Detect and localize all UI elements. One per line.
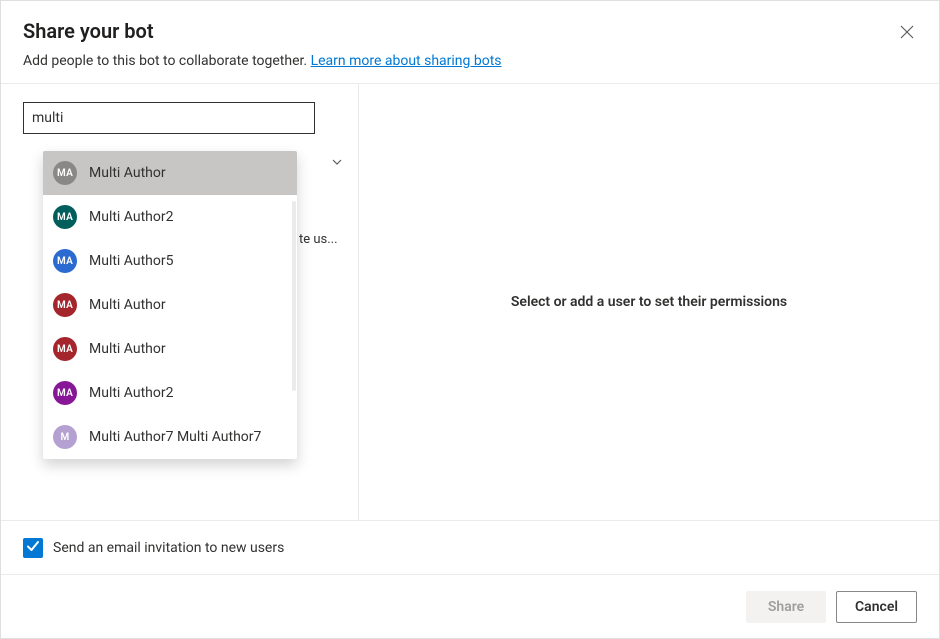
- email-invite-row: Send an email invitation to new users: [1, 520, 939, 574]
- suggestion-label: Multi Author5: [89, 253, 173, 269]
- people-suggestions-dropdown: MA Multi Author MA Multi Author2 MA Multi Aut…: [43, 151, 297, 459]
- dialog-subtitle: Add people to this bot to collaborate to…: [23, 53, 917, 69]
- share-bot-dialog: Share your bot Add people to this bot to…: [0, 0, 940, 639]
- avatar: MA: [53, 161, 77, 185]
- avatar: MA: [53, 205, 77, 229]
- avatar: MA: [53, 293, 77, 317]
- suggestion-item[interactable]: MA Multi Author: [43, 151, 297, 195]
- suggestion-label: Multi Author: [89, 165, 166, 181]
- avatar: MA: [53, 337, 77, 361]
- right-pane: Select or add a user to set their permis…: [359, 84, 939, 520]
- close-button[interactable]: [897, 23, 917, 43]
- suggestion-label: Multi Author: [89, 297, 166, 313]
- email-invite-checkbox[interactable]: [23, 538, 43, 558]
- share-button[interactable]: Share: [746, 591, 826, 623]
- dialog-title: Share your bot: [23, 19, 917, 43]
- chevron-down-icon: [331, 156, 343, 172]
- people-search-input[interactable]: [23, 102, 315, 134]
- suggestion-item[interactable]: M Multi Author7 Multi Author7: [43, 415, 297, 459]
- suggestion-label: Multi Author7 Multi Author7: [89, 429, 261, 445]
- avatar: MA: [53, 381, 77, 405]
- obscured-row-fragment: te us...: [299, 232, 338, 247]
- suggestion-label: Multi Author: [89, 341, 166, 357]
- empty-state-message: Select or add a user to set their permis…: [511, 294, 787, 310]
- people-picker: te us...: [23, 102, 336, 134]
- close-icon: [900, 25, 914, 42]
- suggestion-item[interactable]: MA Multi Author2: [43, 195, 297, 239]
- email-invite-label: Send an email invitation to new users: [53, 540, 284, 556]
- subtitle-text: Add people to this bot to collaborate to…: [23, 53, 311, 69]
- suggestions-scrollbar[interactable]: [292, 201, 296, 391]
- learn-more-link[interactable]: Learn more about sharing bots: [311, 53, 502, 69]
- checkmark-icon: [26, 539, 40, 556]
- suggestion-item[interactable]: MA Multi Author: [43, 283, 297, 327]
- suggestion-item[interactable]: MA Multi Author: [43, 327, 297, 371]
- avatar: MA: [53, 249, 77, 273]
- suggestion-item[interactable]: MA Multi Author5: [43, 239, 297, 283]
- dialog-header: Share your bot Add people to this bot to…: [1, 1, 939, 83]
- avatar: M: [53, 425, 77, 449]
- suggestion-item[interactable]: MA Multi Author2: [43, 371, 297, 415]
- dialog-footer: Share Cancel: [1, 574, 939, 638]
- cancel-button[interactable]: Cancel: [836, 591, 917, 623]
- suggestion-label: Multi Author2: [89, 209, 173, 225]
- suggestion-label: Multi Author2: [89, 385, 173, 401]
